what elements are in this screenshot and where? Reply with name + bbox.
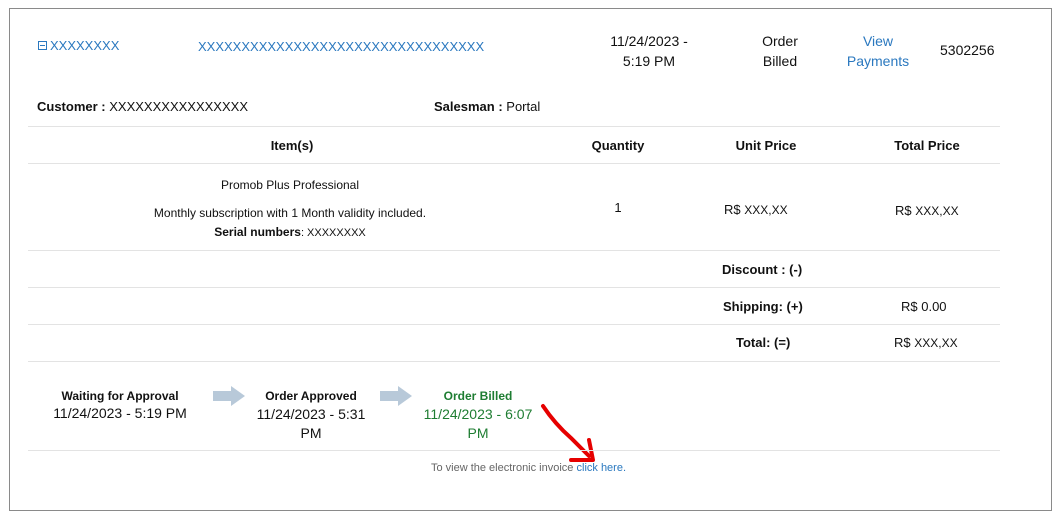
order-status: Order Billed — [762, 33, 798, 69]
subscription-text: Monthly subscription with 1 Month validi… — [153, 206, 427, 220]
header-unit-price: Unit Price — [735, 138, 797, 153]
timeline-step-approved: Order Approved 11/24/2023 - 5:31 PM — [250, 389, 372, 443]
step-date: 11/24/2023 - 5:31 PM — [256, 406, 366, 441]
product-name: Promob Plus Professional — [220, 178, 360, 192]
shipping-label: Shipping: (+) — [723, 299, 803, 314]
unit-value: XXX,XX — [744, 203, 788, 217]
salesman-info: Salesman : Portal — [434, 99, 540, 114]
header-quantity: Quantity — [591, 138, 645, 153]
divider — [28, 250, 1000, 251]
invoice-line: To view the electronic invoice click her… — [10, 462, 1047, 474]
step-title: Order Billed — [443, 389, 513, 403]
timeline-step-billed: Order Billed 11/24/2023 - 6:07 PM — [416, 389, 540, 443]
divider — [28, 361, 1000, 362]
arrow-right-icon — [380, 386, 412, 406]
header-items: Item(s) — [270, 138, 314, 153]
step-title: Order Approved — [265, 389, 357, 403]
collapse-icon[interactable] — [38, 41, 47, 51]
serial-value: : XXXXXXXX — [300, 227, 366, 239]
divider — [28, 450, 1000, 451]
divider — [28, 324, 1000, 325]
step-date: 11/24/2023 - 5:19 PM — [53, 405, 187, 421]
customer-info: Customer : XXXXXXXXXXXXXXXX — [37, 99, 248, 114]
serial-label: Serial numbers — [214, 225, 301, 239]
step-date: 11/24/2023 - 6:07 PM — [423, 406, 533, 441]
order-card: XXXXXXXX XXXXXXXXXXXXXXXXXXXXXXXXXXXXXXX… — [9, 8, 1052, 511]
item-quantity: 1 — [614, 200, 622, 215]
order-date: 11/24/2023 - 5:19 PM — [610, 33, 688, 69]
total-price: R$ XXX,XX — [895, 203, 959, 218]
timeline-step-waiting: Waiting for Approval 11/24/2023 - 5:19 P… — [40, 389, 200, 421]
view-payments-link[interactable]: View Payments — [838, 31, 918, 71]
annotation-arrow-icon — [541, 404, 595, 462]
total-label: Total: (=) — [736, 335, 791, 350]
grand-total-currency: R$ — [894, 335, 911, 350]
grand-total: R$ XXX,XX — [894, 335, 958, 350]
total-currency: R$ — [895, 203, 912, 218]
order-description-link[interactable]: XXXXXXXXXXXXXXXXXXXXXXXXXXXXXXXXX — [198, 39, 484, 54]
customer-value: XXXXXXXXXXXXXXXX — [109, 99, 248, 114]
step-title: Waiting for Approval — [61, 389, 179, 403]
invoice-text: To view the electronic invoice — [430, 462, 574, 474]
serial-numbers: Serial numbers: XXXXXXXX — [130, 225, 450, 239]
grand-total-value: XXX,XX — [914, 336, 958, 350]
header-total-price: Total Price — [894, 138, 960, 153]
shipping-value: R$ 0.00 — [901, 299, 947, 314]
order-number-link[interactable]: XXXXXXXX — [38, 38, 119, 53]
invoice-link[interactable]: click here. — [577, 462, 627, 474]
total-value: XXX,XX — [915, 204, 959, 218]
order-id: 5302256 — [940, 42, 995, 58]
customer-label: Customer : — [37, 99, 106, 114]
divider — [28, 163, 1000, 164]
divider — [28, 287, 1000, 288]
arrow-right-icon — [213, 386, 245, 406]
salesman-label: Salesman : — [434, 99, 503, 114]
unit-price: R$ XXX,XX — [724, 202, 788, 217]
discount-label: Discount : (-) — [722, 262, 803, 277]
divider — [28, 126, 1000, 127]
unit-currency: R$ — [724, 202, 741, 217]
salesman-value: Portal — [506, 99, 541, 114]
